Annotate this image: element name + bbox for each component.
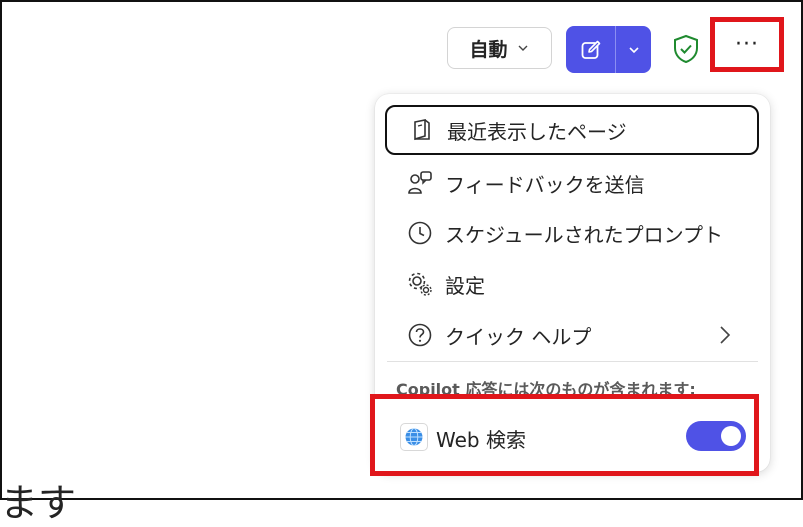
menu-item-settings[interactable]: 設定 — [385, 259, 759, 309]
web-search-toggle[interactable] — [686, 421, 746, 451]
toggle-knob — [721, 426, 741, 446]
menu-item-send-feedback[interactable]: フィードバックを送信 — [385, 158, 759, 208]
menu-item-scheduled-prompts[interactable]: スケジュールされたプロンプト — [385, 208, 759, 258]
menu-item-label: クイック ヘルプ — [445, 324, 592, 349]
chevron-down-icon — [518, 45, 527, 51]
gear-icon — [407, 271, 433, 297]
feedback-icon — [407, 170, 433, 196]
web-search-row: Web 検索 — [370, 394, 759, 476]
shield-check-icon[interactable] — [672, 34, 700, 64]
menu-item-recent-pages[interactable]: 最近表示したページ — [385, 105, 759, 155]
new-chat-button[interactable] — [566, 26, 615, 73]
more-options-button[interactable]: ··· — [710, 17, 784, 72]
menu-item-label: 最近表示したページ — [447, 119, 627, 144]
menu-item-label: スケジュールされたプロンプト — [445, 222, 723, 247]
mode-dropdown-button[interactable]: 自動 — [447, 27, 552, 69]
web-search-label: Web 検索 — [436, 428, 526, 452]
menu-item-label: 設定 — [445, 273, 485, 298]
chevron-down-icon — [628, 46, 639, 53]
new-chat-options-button[interactable] — [616, 26, 651, 73]
menu-item-quick-help[interactable]: クイック ヘルプ — [385, 310, 759, 360]
ellipsis-icon: ··· — [735, 32, 759, 57]
mode-label: 自動 — [469, 38, 508, 61]
menu-item-label: フィードバックを送信 — [445, 172, 645, 197]
help-icon — [407, 322, 433, 348]
new-chat-split-button — [566, 26, 651, 73]
menu-divider — [387, 361, 758, 362]
compose-icon — [581, 40, 600, 59]
book-icon — [409, 117, 435, 143]
chevron-right-icon — [720, 326, 731, 344]
clock-icon — [407, 220, 433, 246]
globe-icon — [400, 423, 428, 451]
